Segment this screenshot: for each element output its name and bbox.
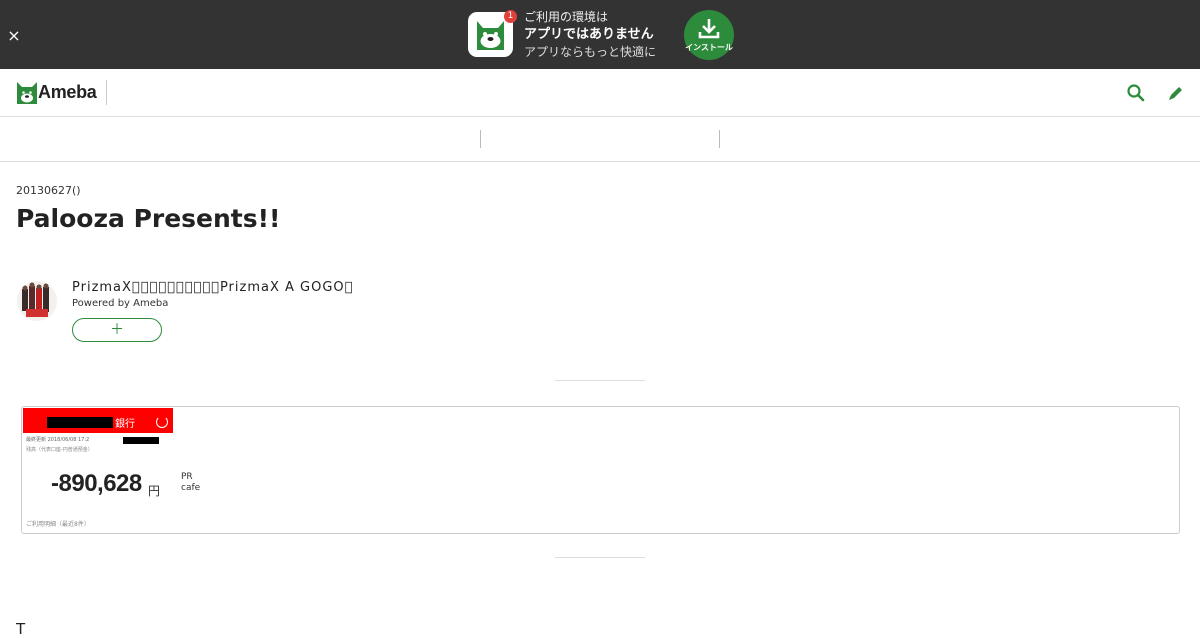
redacted-block: [123, 437, 159, 444]
edit-button[interactable]: [1166, 83, 1186, 103]
blog-nav: [0, 117, 1200, 162]
download-icon: [698, 19, 720, 39]
search-icon: [1127, 84, 1145, 102]
promo-line-1: ご利用の環境は: [524, 10, 609, 24]
avatar-image: [17, 281, 57, 321]
ad-amount: -890,628: [51, 470, 142, 497]
blog-name[interactable]: PrizmaX          PrizmaX A GOGO : [72, 280, 353, 295]
refresh-icon: [156, 416, 168, 428]
pencil-icon: [1169, 87, 1182, 100]
ad-category: cafe: [181, 483, 201, 493]
pr-ad[interactable]: 銀行 最終更新 2018/06/08 17:2 残高（代表口座-円普通預金） -…: [21, 406, 1180, 534]
redacted-block: [47, 417, 113, 428]
divider: [555, 380, 645, 381]
ad-meta-updated: 最終更新 2018/06/08 17:2: [26, 437, 90, 443]
divider: [555, 557, 645, 558]
site-header: Ameba: [0, 69, 1200, 117]
install-label: インストール: [685, 43, 733, 52]
ad-image: 銀行 最終更新 2018/06/08 17:2 残高（代表口座-円普通預金） -…: [23, 408, 173, 532]
ad-footer: ご利用明細（最近8件）: [26, 521, 90, 528]
blog-avatar[interactable]: [17, 281, 57, 321]
powered-by: Powered by Ameba: [72, 298, 169, 309]
promo-line-3: アプリならもっと快適に: [524, 45, 657, 59]
ameba-logo-icon: [17, 82, 37, 104]
ad-meta-balance: 残高（代表口座-円普通預金）: [26, 447, 93, 453]
search-button[interactable]: [1126, 83, 1146, 103]
promo-line-2: アプリではありません: [524, 27, 654, 42]
app-promo-banner: × 1 ご利用の環境は アプリではありません アプリならもっと快適に インストー…: [0, 0, 1200, 69]
header-divider: [106, 80, 107, 105]
bank-label: 銀行: [115, 419, 135, 430]
article-date: 20130627(): [16, 184, 81, 197]
ad-currency: 円: [148, 484, 161, 498]
pr-label: PR: [181, 472, 193, 482]
close-icon[interactable]: ×: [6, 28, 22, 44]
article-title: Palooza Presents!!: [16, 204, 281, 233]
follow-button[interactable]: ＋: [72, 318, 162, 342]
install-button[interactable]: インストール: [684, 10, 734, 60]
bank-header: 銀行: [23, 408, 173, 433]
article-body: T: [16, 620, 26, 638]
nav-separator: [480, 130, 481, 148]
nav-separator: [719, 130, 720, 148]
notification-badge: 1: [504, 10, 517, 23]
logo-text: Ameba: [38, 82, 97, 102]
promo-text: ご利用の環境は アプリではありません アプリならもっと快適に: [524, 9, 684, 61]
